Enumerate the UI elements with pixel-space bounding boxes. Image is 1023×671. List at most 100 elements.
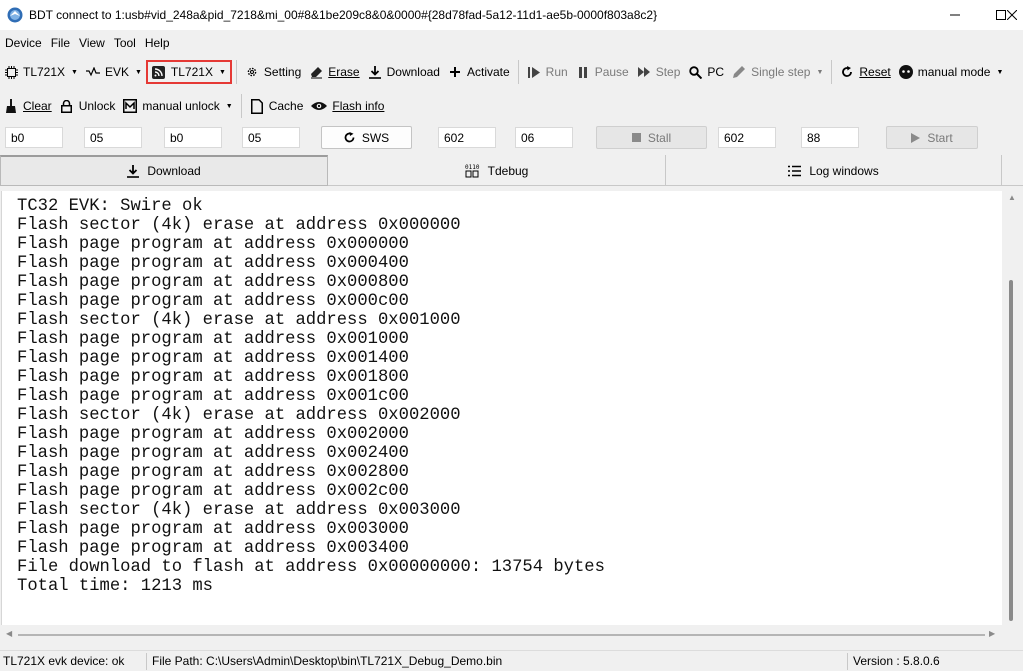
stop-icon (631, 133, 641, 142)
log-lines: TC32 EVK: Swire ok Flash sector (4k) eras… (2, 191, 1002, 596)
log-line: Flash page program at address 0x000400 (17, 254, 409, 273)
pause-icon (576, 65, 590, 79)
clear-button[interactable]: Clear (0, 93, 56, 119)
cache-label: Cache (268, 99, 304, 113)
mode-label: manual mode (917, 65, 991, 79)
pc-button[interactable]: PC (684, 59, 728, 85)
menu-device[interactable]: Device (0, 36, 46, 50)
flash-info-button[interactable]: Flash info (307, 93, 388, 119)
horizontal-scrollbar[interactable]: ◀ ▶ (1, 627, 1003, 642)
register-field-1[interactable] (5, 127, 63, 148)
mode-dropdown[interactable]: manual mode ▼ (895, 59, 1008, 85)
register-field-3[interactable] (164, 127, 222, 148)
target-select-label: TL721X (170, 65, 213, 79)
menu-bar: Device File View Tool Help (0, 32, 174, 54)
scroll-left-icon[interactable]: ◀ (6, 629, 12, 638)
secondary-toolbar: Clear Unlock manual unlock ▼ Cache Flash… (0, 91, 388, 121)
play-icon (911, 132, 921, 143)
register-field-5[interactable] (438, 127, 496, 148)
log-line: Flash page program at address 0x002c00 (17, 482, 409, 501)
vertical-scrollbar[interactable]: ▲ (1003, 191, 1020, 625)
menu-file[interactable]: File (46, 36, 74, 50)
list-icon (788, 165, 802, 177)
start-button[interactable]: Start (886, 126, 978, 149)
vertical-scroll-thumb[interactable] (1009, 280, 1013, 621)
log-output[interactable]: TC32 EVK: Swire ok Flash sector (4k) eras… (1, 191, 1002, 625)
scroll-right-icon[interactable]: ▶ (989, 629, 995, 638)
log-line: Flash page program at address 0x000000 (17, 235, 409, 254)
pause-button[interactable]: Pause (572, 59, 633, 85)
connection-icon (152, 65, 166, 79)
chip-select-dropdown[interactable]: TL721X ▼ (0, 59, 82, 85)
flash-info-label: Flash info (332, 99, 385, 113)
menu-view[interactable]: View (74, 36, 109, 50)
board-select-dropdown[interactable]: EVK ▼ (82, 59, 146, 85)
pc-label: PC (707, 65, 725, 79)
log-line: Flash page program at address 0x001000 (17, 330, 409, 349)
toolbar-divider (517, 60, 519, 84)
register-field-7[interactable] (718, 127, 776, 148)
download-icon (127, 164, 140, 178)
log-line: Flash sector (4k) erase at address 0x003… (17, 501, 461, 520)
register-field-4[interactable] (242, 127, 300, 148)
tab-bar: Download 0110 Tdebug Log windows (0, 155, 1023, 186)
setting-button[interactable]: Setting (241, 59, 305, 85)
register-field-6[interactable] (515, 127, 573, 148)
window-title: BDT connect to 1:usb#vid_248a&pid_7218&m… (29, 8, 658, 22)
reset-button[interactable]: Reset (836, 59, 894, 85)
chevron-down-icon: ▼ (816, 68, 824, 76)
scroll-up-icon[interactable]: ▲ (1008, 193, 1016, 202)
main-toolbar: TL721X ▼ EVK ▼ TL721X ▼ Setting Erase Do… (0, 57, 1007, 87)
device-status: TL721X evk device: ok (3, 654, 125, 668)
step-forward-icon (637, 65, 651, 79)
refresh-icon (344, 132, 355, 143)
file-path: File Path: C:\Users\Admin\Desktop\bin\TL… (152, 654, 503, 668)
log-line: Flash page program at address 0x001800 (17, 368, 409, 387)
cache-button[interactable]: Cache (246, 93, 308, 119)
chevron-down-icon: ▼ (996, 68, 1004, 76)
log-line: Flash page program at address 0x000800 (17, 273, 409, 292)
erase-button[interactable]: Erase (305, 59, 363, 85)
close-button[interactable] (1000, 0, 1023, 30)
download-button[interactable]: Download (364, 59, 444, 85)
clear-label: Clear (23, 99, 52, 113)
chevron-down-icon: ▼ (225, 102, 233, 110)
tab-log-windows[interactable]: Log windows (666, 155, 1002, 186)
status-divider (847, 653, 848, 670)
menu-help[interactable]: Help (140, 36, 174, 50)
register-field-8[interactable] (801, 127, 859, 148)
manual-unlock-dropdown[interactable]: manual unlock ▼ (119, 93, 236, 119)
run-button[interactable]: Run (523, 59, 572, 85)
start-label: Start (927, 130, 953, 145)
activate-button[interactable]: Activate (444, 59, 514, 85)
tab-log-windows-label: Log windows (809, 163, 879, 178)
toolbar-divider (235, 60, 237, 84)
tab-tdebug-label: Tdebug (487, 163, 529, 178)
register-field-2[interactable] (84, 127, 142, 148)
log-line: Flash page program at address 0x001400 (17, 349, 409, 368)
pause-label: Pause (594, 65, 629, 79)
setting-label: Setting (263, 65, 302, 79)
search-icon (688, 65, 702, 79)
manual-unlock-label: manual unlock (142, 99, 220, 113)
target-select-dropdown[interactable]: TL721X ▼ (145, 60, 232, 84)
horizontal-scroll-thumb[interactable] (18, 634, 985, 636)
manual-unlock-icon (123, 99, 138, 113)
log-line: Flash sector (4k) erase at address 0x001… (17, 311, 461, 330)
tab-download-label: Download (147, 164, 201, 178)
run-icon (527, 65, 541, 79)
stall-button[interactable]: Stall (596, 126, 707, 149)
svg-text:0110: 0110 (465, 164, 480, 171)
tab-tdebug[interactable]: 0110 Tdebug (328, 155, 666, 186)
menu-tool[interactable]: Tool (109, 36, 140, 50)
step-button[interactable]: Step (633, 59, 685, 85)
title-bar: BDT connect to 1:usb#vid_248a&pid_7218&m… (0, 0, 1023, 30)
unlock-button[interactable]: Unlock (56, 93, 120, 119)
unlock-label: Unlock (78, 99, 116, 113)
tab-download[interactable]: Download (0, 155, 328, 186)
single-step-dropdown[interactable]: Single step ▼ (728, 59, 827, 85)
log-line: TC32 EVK: Swire ok (17, 197, 203, 216)
board-select-label: EVK (104, 65, 129, 79)
sws-button[interactable]: SWS (321, 126, 412, 149)
eraser-icon (309, 65, 323, 79)
